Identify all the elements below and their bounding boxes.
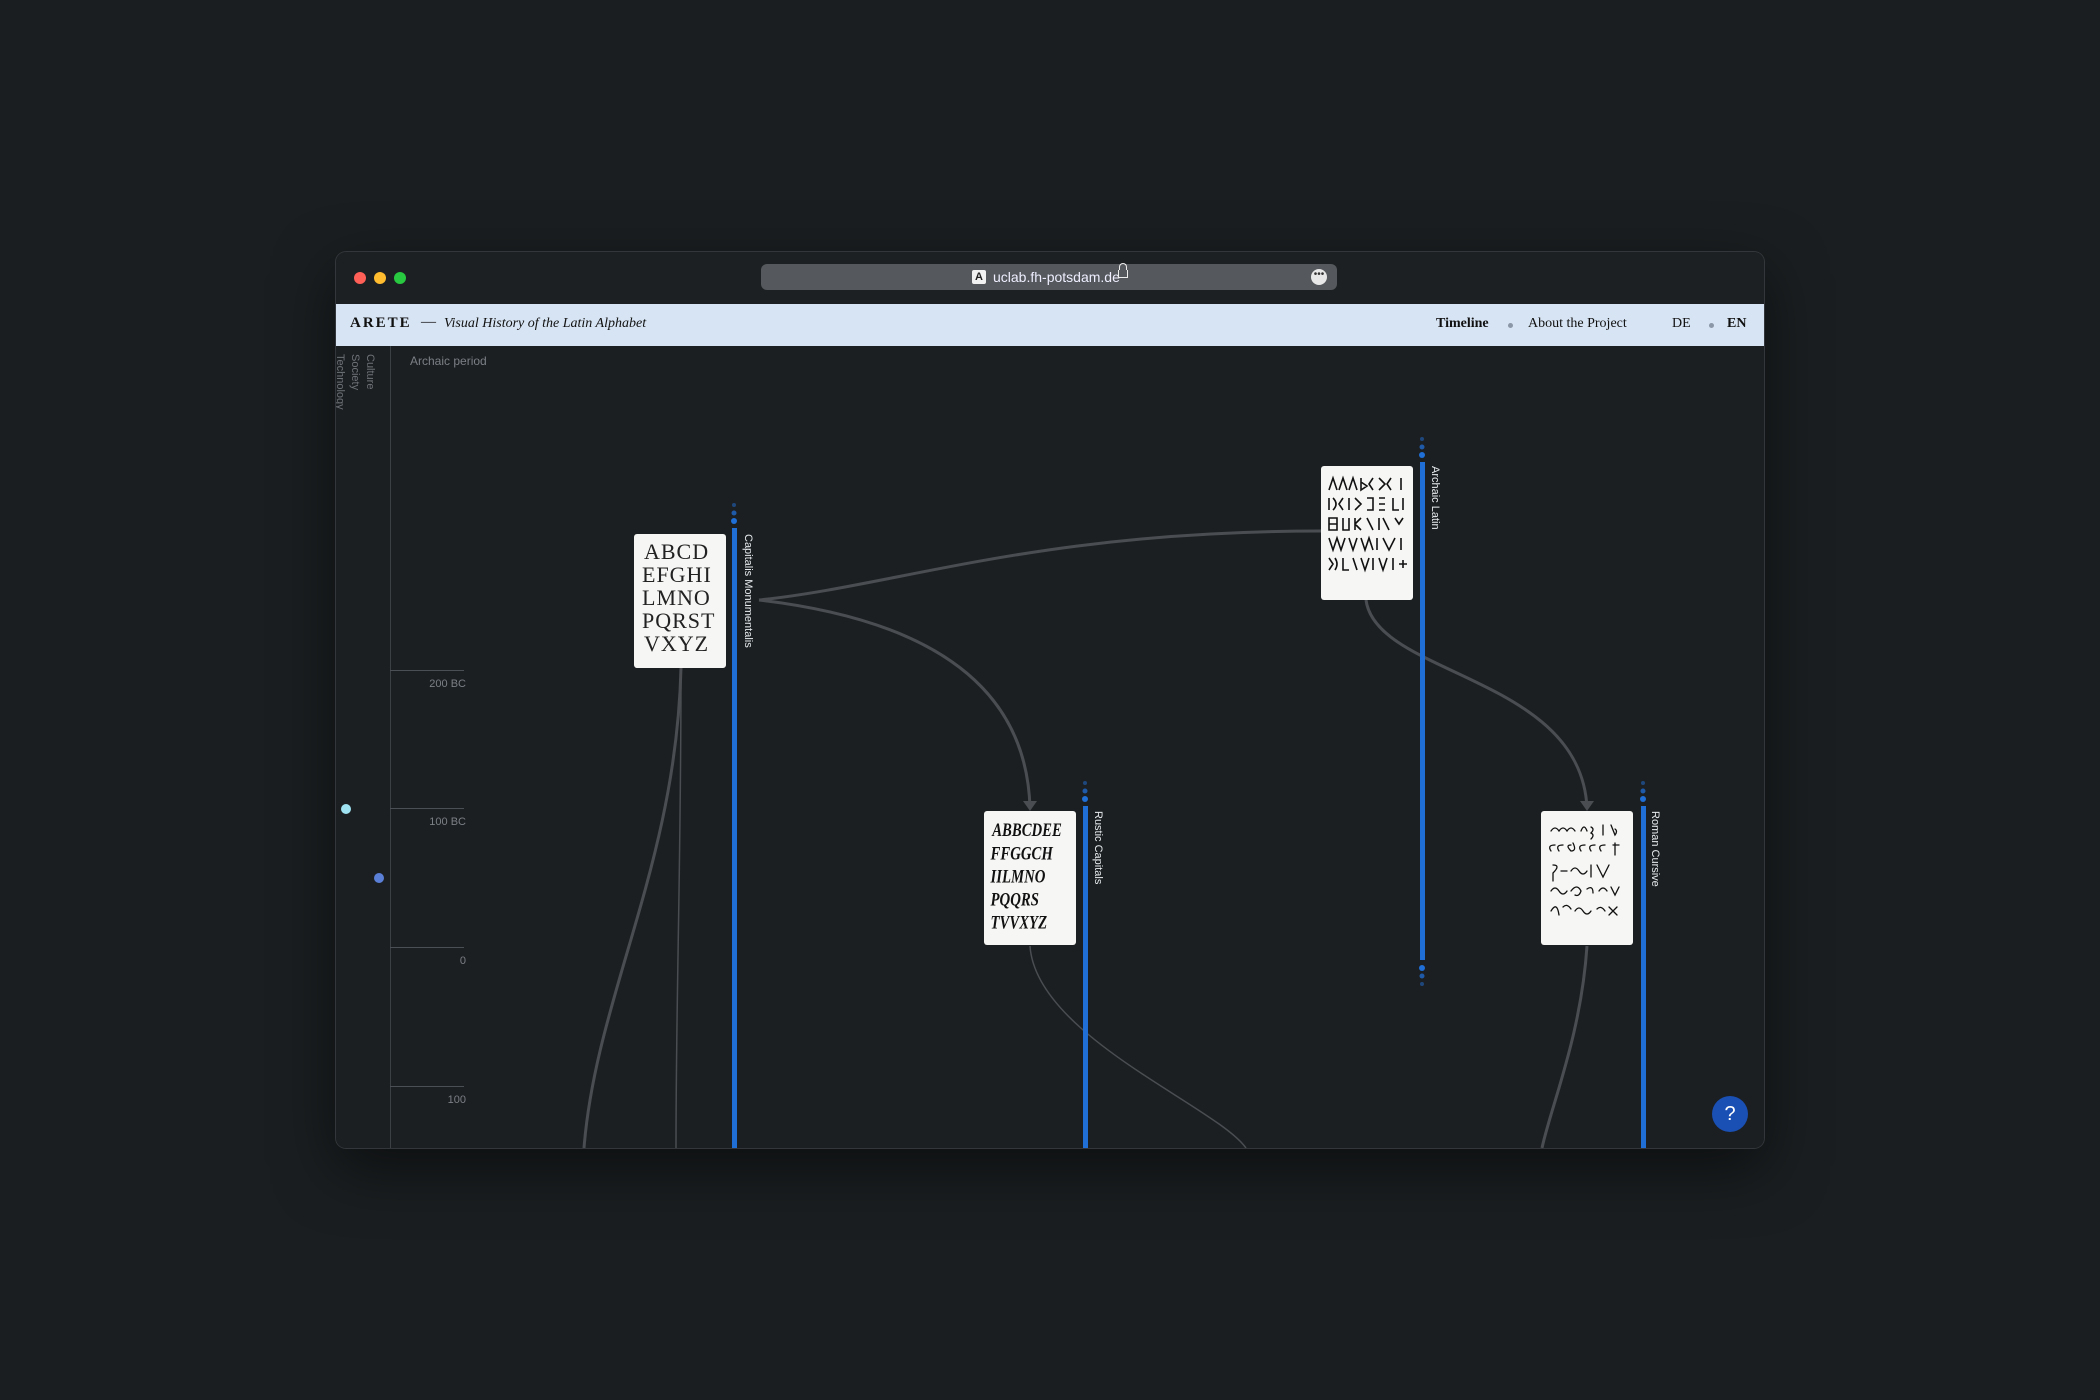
timeline-bar-capitalis xyxy=(731,503,737,1148)
site-header: ARETE — Visual History of the Latin Alph… xyxy=(336,304,1764,347)
nav-separator-dot xyxy=(1508,323,1513,328)
svg-text:FFGGCH: FFGGCH xyxy=(990,843,1054,864)
timeline-bar-archaic xyxy=(1419,437,1425,986)
script-card-rustic-capitals[interactable]: ABBCDEE FFGGCH IILMNO PQQRS TVVXYZ xyxy=(984,811,1076,945)
script-label-capitalis[interactable]: Capitalis Monumentalis xyxy=(742,534,754,648)
capitalis-specimen-image: ABCD EFGHI LMNO PQRST VXYZ xyxy=(642,539,715,656)
svg-text:PQQRS: PQQRS xyxy=(990,889,1039,910)
timeline-bar-rustic xyxy=(1082,781,1088,1148)
close-window-button[interactable] xyxy=(354,272,366,284)
svg-text:ABCD: ABCD xyxy=(644,539,709,564)
browser-window: A uclab.fh-potsdam.de ••• ARETE — Visual… xyxy=(336,252,1764,1148)
svg-text:IILMNO: IILMNO xyxy=(990,866,1046,887)
nav-timeline-link[interactable]: Timeline xyxy=(1436,316,1489,332)
rustic-specimen-image: ABBCDEE FFGGCH IILMNO PQQRS TVVXYZ xyxy=(990,819,1062,933)
address-bar[interactable]: A uclab.fh-potsdam.de ••• xyxy=(761,263,1337,290)
script-label-archaic[interactable]: Archaic Latin xyxy=(1429,466,1441,530)
help-button[interactable]: ? xyxy=(1712,1096,1748,1132)
script-card-roman-cursive[interactable] xyxy=(1541,811,1633,945)
script-card-capitalis-monumentalis[interactable]: ABCD EFGHI LMNO PQRST VXYZ xyxy=(634,534,726,668)
site-subtitle: Visual History of the Latin Alphabet xyxy=(444,316,647,331)
lang-separator-dot xyxy=(1709,323,1714,328)
cursive-specimen-image xyxy=(1549,824,1620,916)
site-favicon-icon: A xyxy=(972,270,986,284)
lang-en-link[interactable]: EN xyxy=(1727,316,1746,332)
site-logo[interactable]: ARETE xyxy=(350,315,412,332)
minimize-window-button[interactable] xyxy=(374,272,386,284)
script-label-cursive[interactable]: Roman Cursive xyxy=(1649,811,1661,887)
timeline-connections xyxy=(582,437,1646,1148)
more-options-icon[interactable]: ••• xyxy=(1311,269,1327,285)
script-card-archaic-latin[interactable] xyxy=(1321,466,1413,600)
connection-capitalis-to-rustic xyxy=(758,598,1032,809)
timeline-bar-cursive xyxy=(1640,781,1646,1148)
title-separator: — xyxy=(421,314,436,330)
svg-text:EFGHI: EFGHI xyxy=(642,562,712,587)
script-label-rustic[interactable]: Rustic Capitals xyxy=(1092,811,1104,884)
svg-text:ABBCDEE: ABBCDEE xyxy=(991,819,1062,840)
svg-text:LMNO: LMNO xyxy=(642,585,711,610)
connection-archaic-to-cursive xyxy=(1364,599,1589,809)
connection-cursive-down xyxy=(1540,945,1589,1148)
svg-text:VXYZ: VXYZ xyxy=(644,631,709,656)
arrowhead xyxy=(1580,801,1594,811)
archaic-specimen-image xyxy=(1328,475,1407,573)
connection-archaic-to-capitalis xyxy=(758,529,1322,602)
maximize-window-button[interactable] xyxy=(394,272,406,284)
browser-titlebar: A uclab.fh-potsdam.de ••• xyxy=(336,252,1764,304)
address-url: uclab.fh-potsdam.de xyxy=(993,269,1120,285)
nav-about-link[interactable]: About the Project xyxy=(1528,316,1627,332)
arrowhead xyxy=(1023,801,1037,811)
connection-rustic-down xyxy=(1029,945,1247,1148)
lang-de-link[interactable]: DE xyxy=(1672,316,1691,332)
connection-capitalis-down xyxy=(582,667,683,1148)
lock-icon xyxy=(1118,263,1128,278)
svg-text:TVVXYZ: TVVXYZ xyxy=(991,912,1048,933)
timeline-canvas[interactable]: Culture Society Technology Archaic perio… xyxy=(336,346,1764,1148)
svg-text:PQRST: PQRST xyxy=(642,608,715,633)
